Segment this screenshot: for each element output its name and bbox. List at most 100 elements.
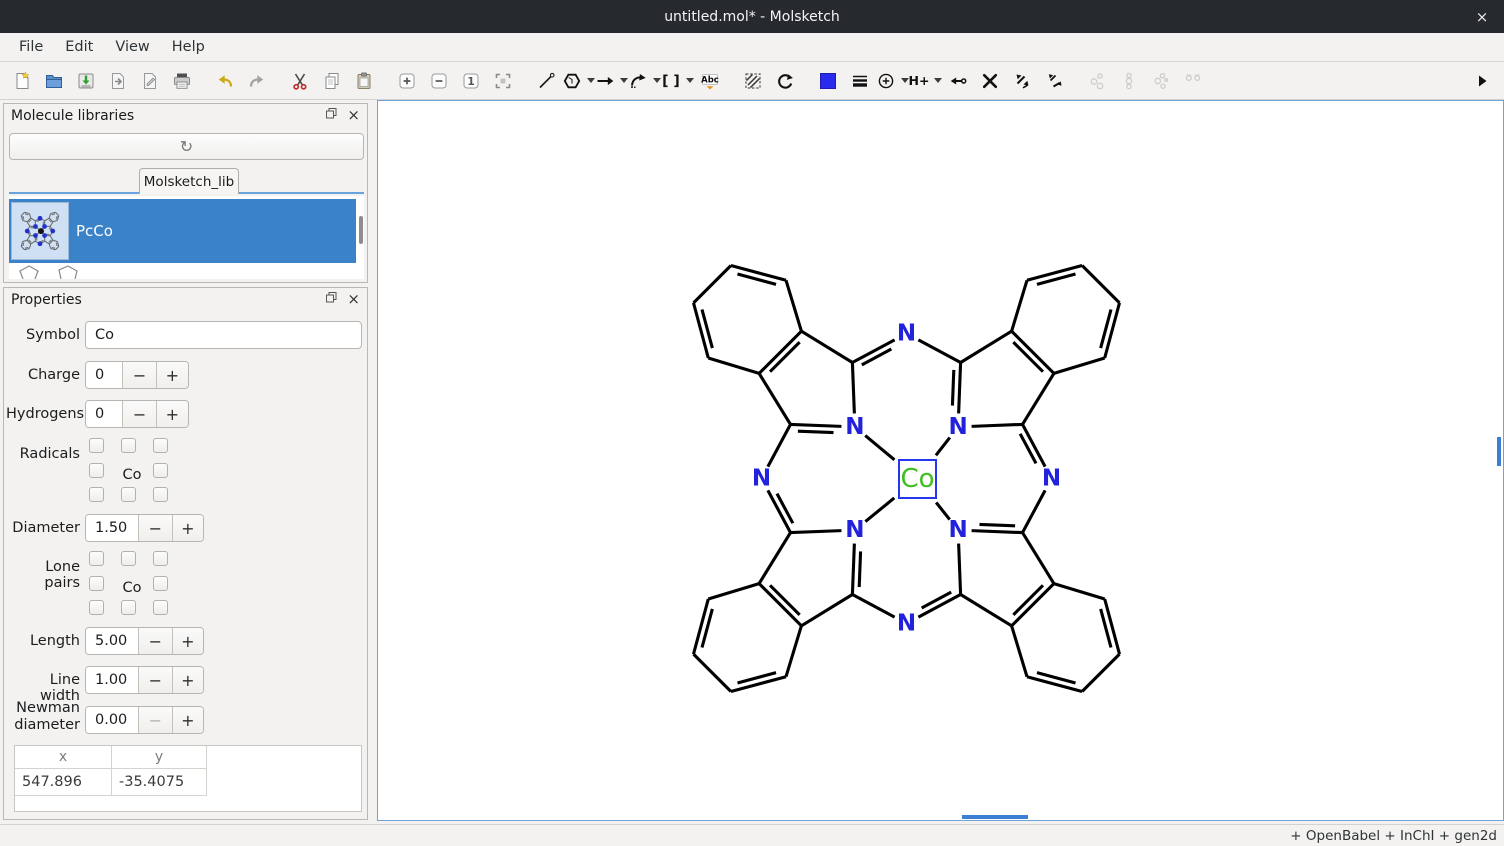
copy-icon[interactable]: [316, 65, 348, 97]
undo-icon[interactable]: [209, 65, 241, 97]
paste-icon[interactable]: [348, 65, 380, 97]
drawing-canvas[interactable]: CoNNNNNNNN: [377, 100, 1504, 821]
window-close-button[interactable]: ×: [1468, 0, 1496, 33]
zoom-out-icon[interactable]: [423, 65, 455, 97]
length-value[interactable]: 5.00: [86, 628, 138, 654]
redo-icon[interactable]: [241, 65, 273, 97]
menu-view[interactable]: View: [104, 35, 160, 59]
zoom-fit-icon[interactable]: [487, 65, 519, 97]
open-file-icon[interactable]: [38, 65, 70, 97]
lone-pair-checkbox[interactable]: [153, 576, 168, 591]
lone-pair-checkbox[interactable]: [89, 551, 104, 566]
save-as-file-icon[interactable]: [102, 65, 134, 97]
charge-decrement-button[interactable]: −: [122, 362, 155, 388]
coordinate-x-cell[interactable]: 547.896: [15, 769, 112, 796]
close-panel-icon[interactable]: ×: [347, 292, 360, 307]
zoom-in-icon[interactable]: [391, 65, 423, 97]
radical-checkbox[interactable]: [89, 438, 104, 453]
draw-bond-icon[interactable]: [530, 65, 562, 97]
flip-tool-2-icon[interactable]: [1038, 65, 1070, 97]
length-decrement-button[interactable]: −: [138, 628, 171, 654]
chevron-down-icon[interactable]: [587, 78, 595, 83]
diameter-increment-button[interactable]: +: [172, 515, 203, 541]
diameter-value[interactable]: 1.50: [86, 515, 138, 541]
ring-tool-icon[interactable]: [562, 65, 595, 97]
diameter-decrement-button[interactable]: −: [138, 515, 171, 541]
chevron-down-icon[interactable]: [653, 78, 661, 83]
menu-help[interactable]: Help: [161, 35, 216, 59]
radical-checkbox[interactable]: [153, 463, 168, 478]
newman-diameter-label: Newman diameter: [6, 700, 80, 734]
hatch-area-icon[interactable]: [737, 65, 769, 97]
zoom-original-icon[interactable]: 1: [455, 65, 487, 97]
rotate-tool-icon[interactable]: [769, 65, 801, 97]
line-width-tool-icon[interactable]: [844, 65, 876, 97]
print-icon[interactable]: [166, 65, 198, 97]
radical-checkbox[interactable]: [121, 438, 136, 453]
symbol-input[interactable]: Co: [85, 321, 362, 349]
line-width-increment-button[interactable]: +: [172, 667, 203, 693]
cut-icon[interactable]: [284, 65, 316, 97]
chevron-down-icon[interactable]: [686, 78, 694, 83]
radical-checkbox[interactable]: [89, 487, 104, 502]
line-width-decrement-button[interactable]: −: [138, 667, 171, 693]
library-item-pcco[interactable]: PcCo: [9, 199, 356, 263]
svg-text:Abc: Abc: [701, 75, 719, 85]
newman-diameter-increment-button[interactable]: +: [172, 707, 203, 733]
symbol-label: Symbol: [6, 327, 80, 343]
float-panel-icon[interactable]: [325, 107, 338, 124]
flip-tool-1-icon[interactable]: [1006, 65, 1038, 97]
save-file-icon[interactable]: [70, 65, 102, 97]
radical-checkbox[interactable]: [121, 487, 136, 502]
hydrogen-tool-icon[interactable]: H+: [909, 65, 942, 97]
newman-diameter-value[interactable]: 0.00: [86, 707, 138, 733]
radical-checkbox[interactable]: [153, 487, 168, 502]
newman-diameter-decrement-button[interactable]: −: [138, 707, 171, 733]
delete-tool-icon[interactable]: [974, 65, 1006, 97]
hydrogens-increment-button[interactable]: +: [156, 401, 188, 427]
next-item-partial-thumbnail: [9, 263, 356, 279]
library-refresh-button[interactable]: ↻: [9, 133, 364, 160]
float-panel-icon[interactable]: [325, 291, 338, 308]
library-item-next-peek[interactable]: [9, 263, 356, 279]
lone-pair-checkbox[interactable]: [153, 551, 168, 566]
chevron-down-icon[interactable]: [901, 78, 909, 83]
text-tool-icon[interactable]: Abc: [694, 65, 726, 97]
lone-pair-checkbox[interactable]: [121, 600, 136, 615]
lone-pair-checkbox[interactable]: [89, 576, 104, 591]
color-swatch-icon[interactable]: [812, 65, 844, 97]
radical-checkbox[interactable]: [153, 438, 168, 453]
svg-text:Co: Co: [900, 464, 934, 494]
length-increment-button[interactable]: +: [172, 628, 203, 654]
charge-increment-button[interactable]: +: [156, 362, 188, 388]
toolbar: 1 [ ] Abc H+: [0, 62, 1504, 100]
lone-pair-checkbox[interactable]: [153, 600, 168, 615]
charge-value[interactable]: 0: [86, 362, 122, 388]
close-panel-icon[interactable]: ×: [347, 108, 360, 123]
chevron-down-icon[interactable]: [934, 78, 942, 83]
reaction-arrow-icon[interactable]: [595, 65, 628, 97]
tab-molsketch-lib[interactable]: Molsketch_lib: [139, 168, 239, 194]
export-file-icon[interactable]: [134, 65, 166, 97]
vertical-scrollbar-thumb[interactable]: [1497, 437, 1501, 466]
coordinate-y-cell[interactable]: -35.4075: [112, 769, 207, 796]
lone-pair-checkbox[interactable]: [121, 551, 136, 566]
radical-checkbox[interactable]: [89, 463, 104, 478]
charge-tool-icon[interactable]: [876, 65, 909, 97]
chevron-down-icon[interactable]: [620, 78, 628, 83]
menu-file[interactable]: File: [8, 35, 54, 59]
toolbar-expander-icon[interactable]: [1466, 65, 1498, 97]
electron-arrow-icon[interactable]: [942, 65, 974, 97]
line-width-value[interactable]: 1.00: [86, 667, 138, 693]
hydrogens-decrement-button[interactable]: −: [122, 401, 155, 427]
hydrogens-value[interactable]: 0: [86, 401, 122, 427]
new-file-icon[interactable]: [6, 65, 38, 97]
mechanism-arrow-icon[interactable]: [628, 65, 661, 97]
library-scrollbar-thumb[interactable]: [359, 216, 363, 244]
svg-text:N: N: [948, 414, 967, 440]
horizontal-scrollbar-thumb[interactable]: [962, 815, 1028, 819]
lone-pair-checkbox[interactable]: [89, 600, 104, 615]
bracket-tool-icon[interactable]: [ ]: [661, 65, 694, 97]
menu-edit[interactable]: Edit: [54, 35, 104, 59]
molecule-drawing[interactable]: CoNNNNNNNN: [378, 101, 1503, 820]
